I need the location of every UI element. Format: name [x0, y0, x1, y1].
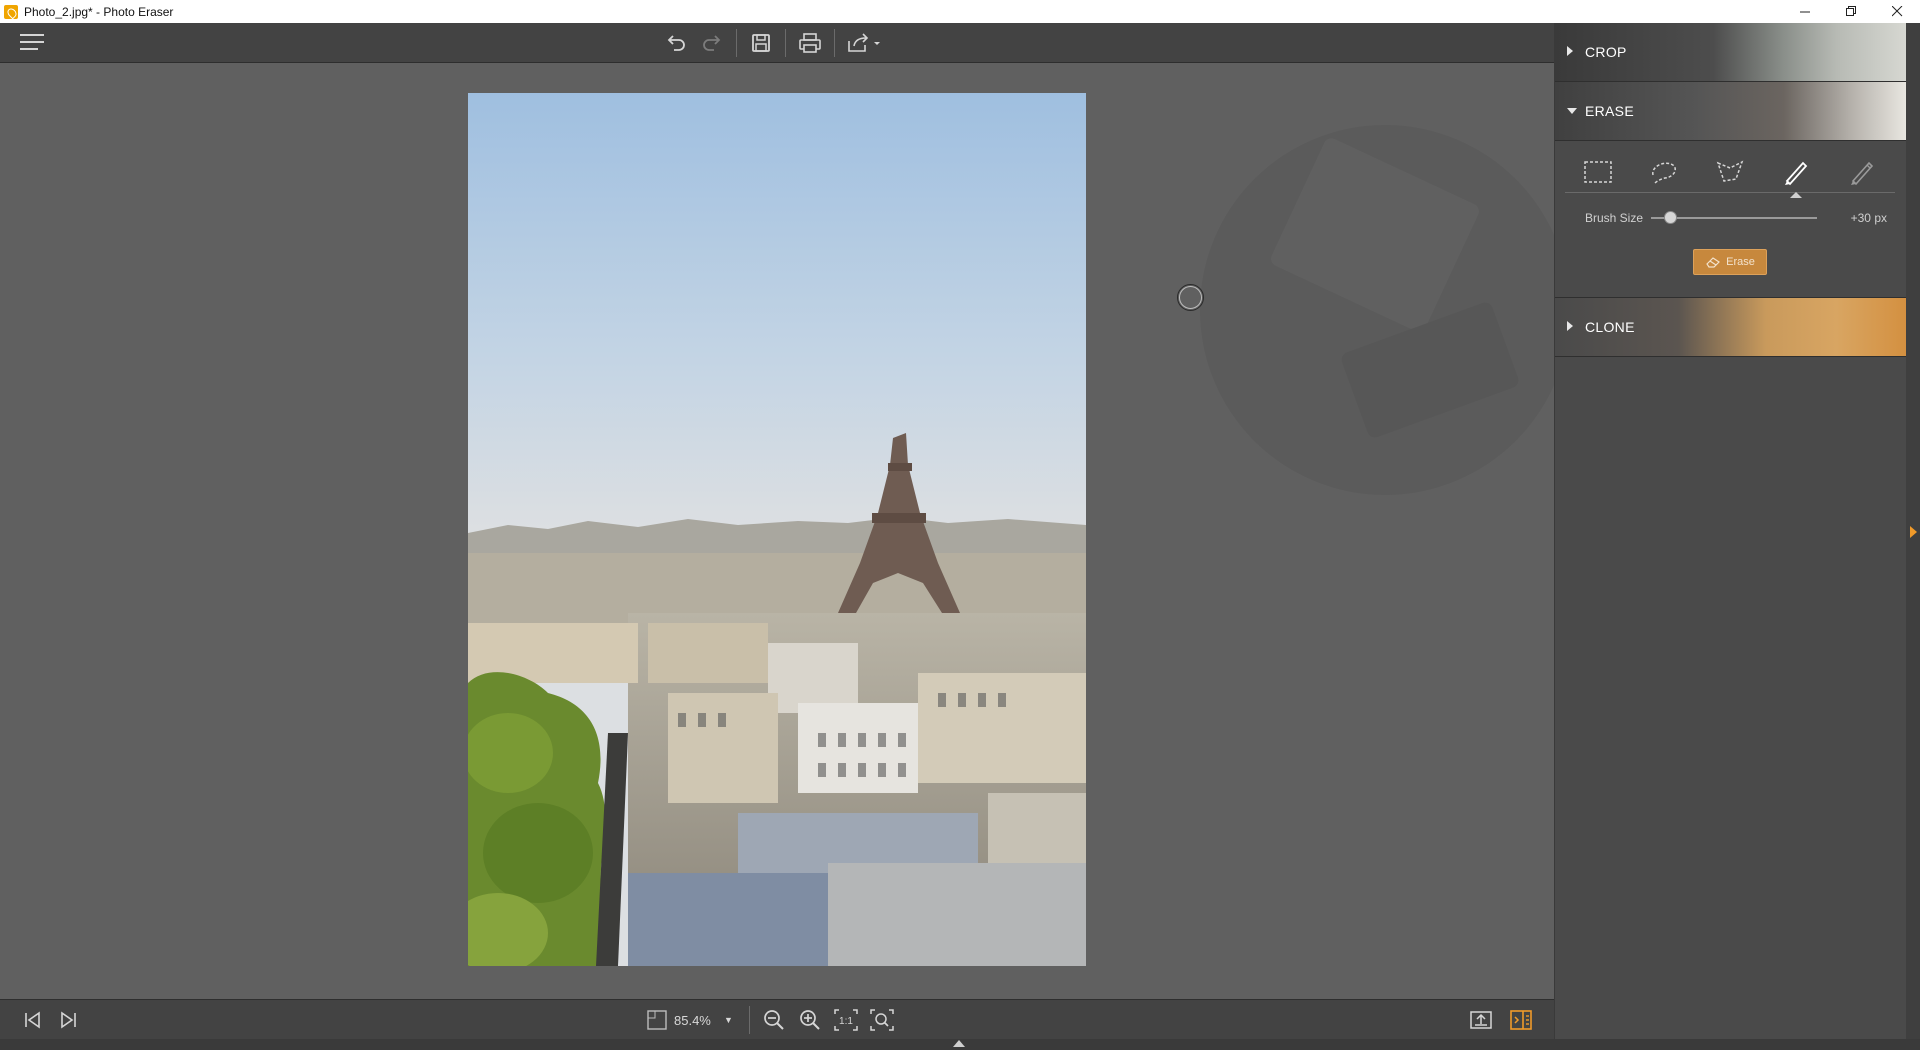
toolbar-separator [834, 29, 835, 57]
compare-icon[interactable] [1504, 1000, 1538, 1040]
photo-canvas[interactable] [468, 93, 1086, 966]
erase-button[interactable]: Erase [1693, 249, 1767, 275]
section-erase[interactable]: ERASE [1555, 82, 1907, 141]
minimize-icon[interactable] [1782, 0, 1828, 23]
toolbar-separator [785, 29, 786, 57]
panel-toggle-icon[interactable] [1910, 526, 1917, 538]
lasso-icon[interactable] [1643, 152, 1685, 192]
export-icon[interactable] [1464, 1000, 1498, 1040]
title-bar: Photo_2.jpg* - Photo Eraser [0, 0, 1920, 23]
zoom-frame-icon [646, 1009, 668, 1031]
expand-icon [1567, 321, 1573, 331]
section-erase-label: ERASE [1585, 103, 1634, 119]
brush-icon[interactable] [1775, 152, 1817, 198]
brush-cursor [1177, 284, 1204, 311]
erase-panel: Brush Size +30 px Erase [1555, 141, 1907, 298]
last-image-icon[interactable] [52, 1000, 86, 1040]
zoom-in-icon[interactable] [792, 1000, 828, 1040]
window-controls [1782, 0, 1920, 23]
brush-size-value: +30 px [1850, 211, 1887, 225]
section-clone[interactable]: CLONE [1555, 298, 1907, 357]
redo-icon[interactable] [694, 23, 730, 63]
app-logo-watermark [1200, 125, 1554, 495]
first-image-icon[interactable] [15, 1000, 49, 1040]
zoom-separator [748, 1006, 750, 1034]
expand-icon [1567, 46, 1573, 56]
toolbar-separator [736, 29, 737, 57]
main-toolbar [0, 23, 1554, 63]
canvas-area[interactable] [0, 63, 1554, 999]
tools-panel: CROP ERASE Brush Size +30 px Erase CLONE [1554, 23, 1907, 1039]
hamburger-icon[interactable] [20, 34, 44, 52]
bottom-bar: 85.4% ▼ 1:1 [0, 999, 1554, 1039]
erase-tools [1565, 151, 1895, 198]
rectangle-select-icon[interactable] [1577, 152, 1619, 192]
zoom-dropdown-icon[interactable]: ▼ [724, 1015, 733, 1025]
close-icon[interactable] [1874, 0, 1920, 23]
section-crop[interactable]: CROP [1555, 23, 1907, 82]
zoom-controls: 85.4% ▼ 1:1 [646, 1000, 900, 1040]
polygon-lasso-icon[interactable] [1709, 152, 1751, 192]
eraser-brush-icon[interactable] [1841, 152, 1883, 192]
app-icon [4, 4, 18, 19]
actual-size-icon[interactable]: 1:1 [828, 1000, 864, 1040]
window-title: Photo_2.jpg* - Photo Eraser [24, 4, 174, 19]
erase-button-label: Erase [1726, 256, 1755, 268]
share-icon[interactable] [841, 23, 887, 63]
eraser-icon [1706, 257, 1721, 268]
collapse-bottom-icon[interactable] [953, 1040, 965, 1047]
brush-size-slider-thumb[interactable] [1664, 211, 1678, 224]
restore-icon[interactable] [1828, 0, 1874, 23]
collapse-icon [1567, 108, 1577, 114]
section-crop-label: CROP [1585, 44, 1627, 60]
fit-icon[interactable] [864, 1000, 900, 1040]
section-clone-label: CLONE [1585, 319, 1635, 335]
zoom-out-icon[interactable] [756, 1000, 792, 1040]
brush-size-label: Brush Size [1585, 211, 1644, 225]
brush-size-row: Brush Size +30 px [1555, 203, 1907, 231]
toolbar-actions [658, 23, 887, 63]
print-icon[interactable] [792, 23, 828, 63]
undo-icon[interactable] [658, 23, 694, 63]
zoom-value[interactable]: 85.4% [674, 1013, 722, 1028]
save-icon[interactable] [743, 23, 779, 63]
svg-text:1:1: 1:1 [839, 1016, 853, 1027]
